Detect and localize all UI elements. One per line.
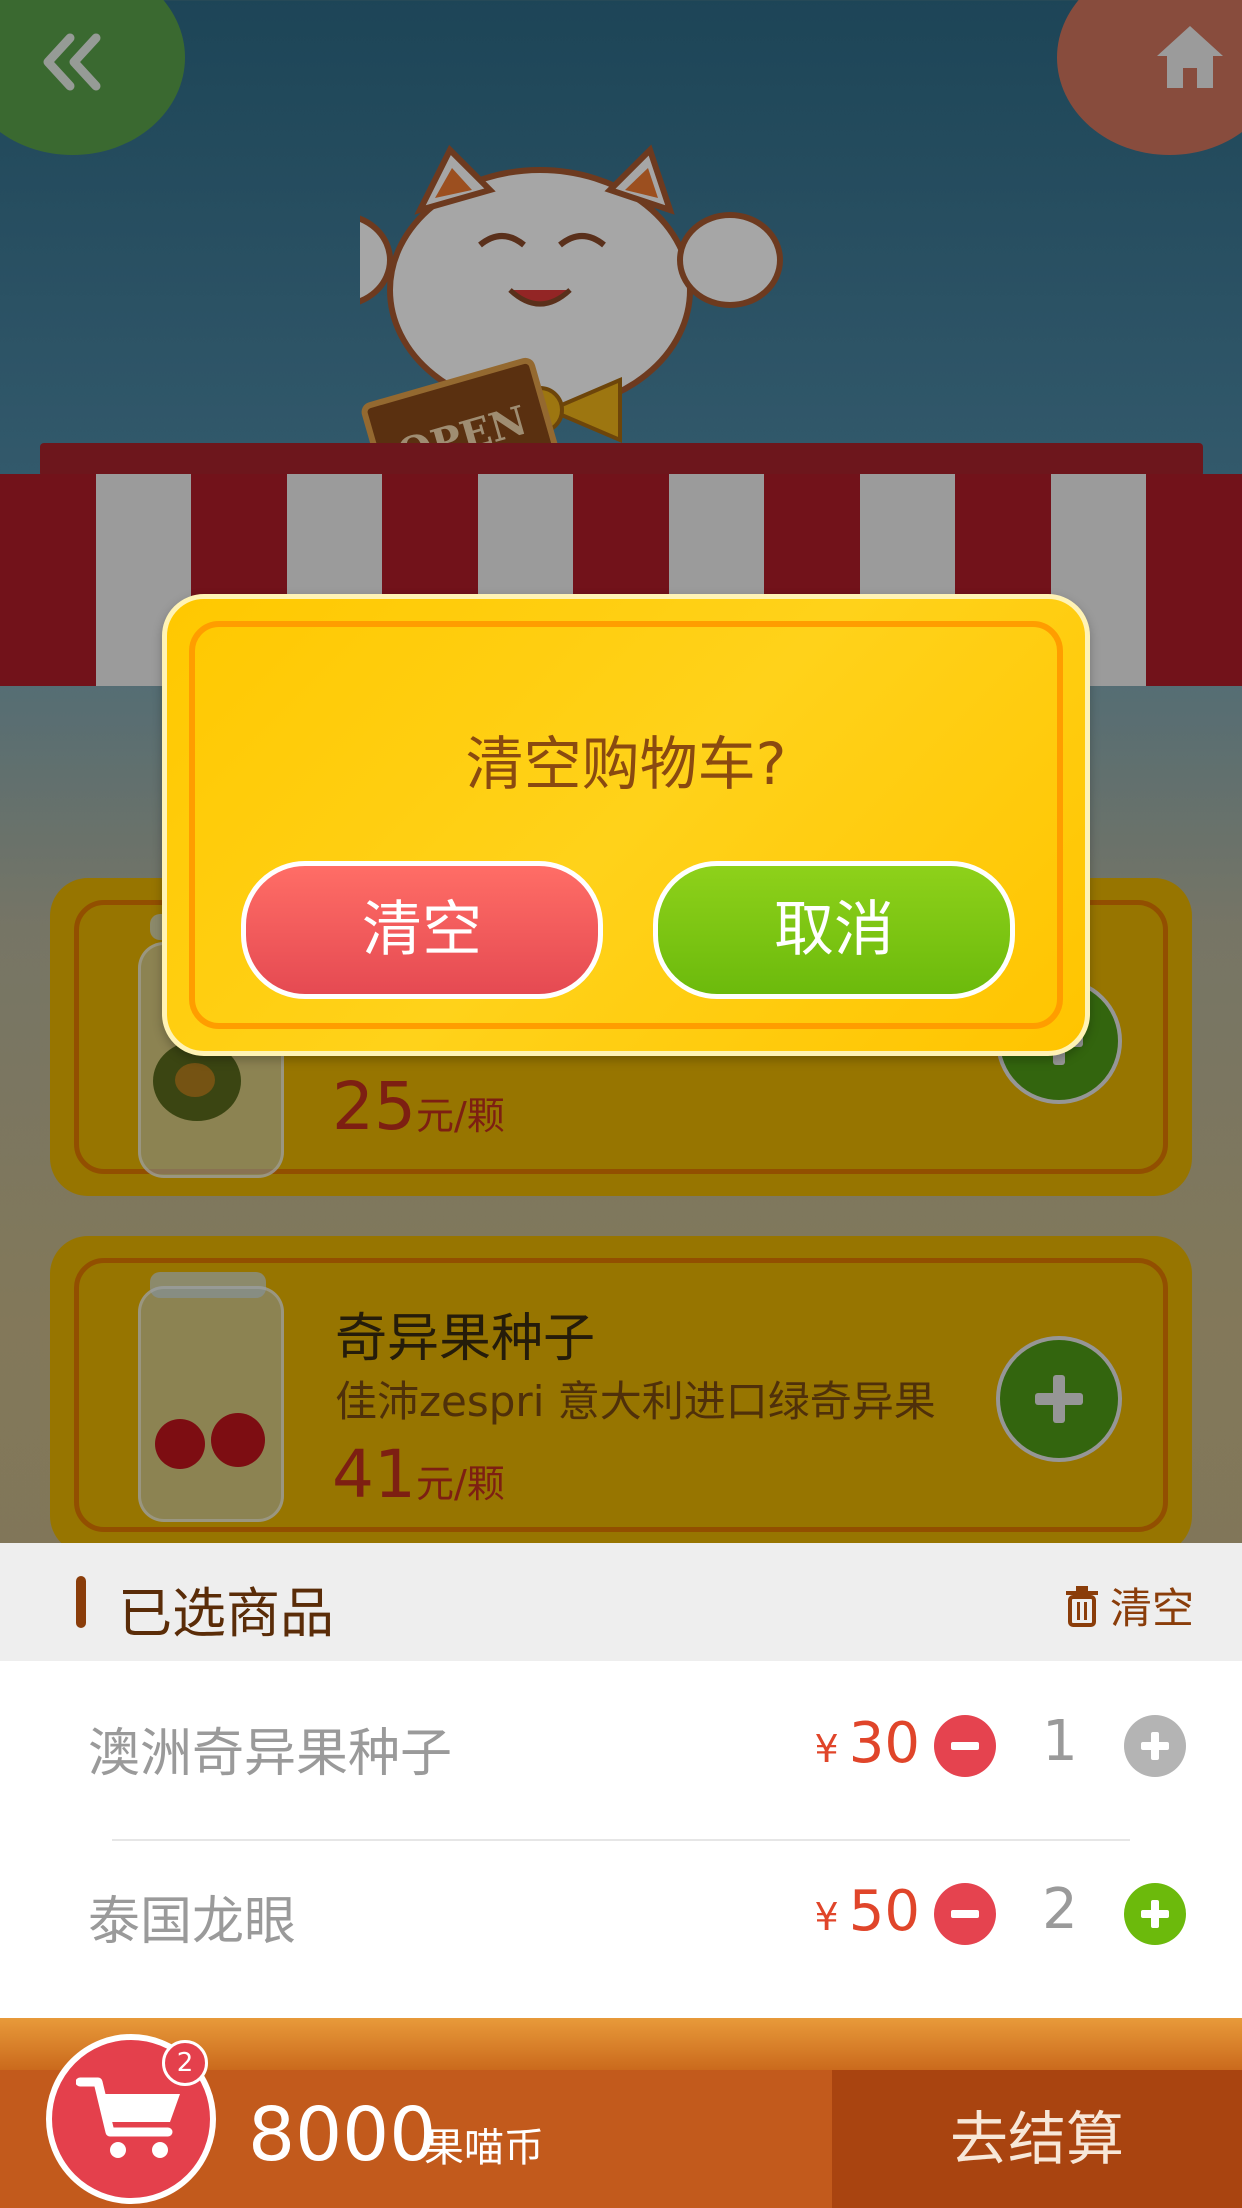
cart-count-badge: 2 — [162, 2040, 208, 2086]
cancel-button[interactable]: 取消 — [653, 861, 1015, 999]
cart-row: 澳洲奇异果种子 ¥30 1 — [56, 1661, 1186, 1841]
selected-items-title: 已选商品 — [118, 1582, 334, 1645]
confirm-clear-button[interactable]: 清空 — [241, 861, 603, 999]
section-marker — [76, 1576, 86, 1628]
checkout-button[interactable]: 去结算 — [832, 2070, 1242, 2208]
cart-item-qty: 2 — [1042, 1877, 1078, 1942]
plus-icon — [1141, 1732, 1169, 1760]
cart-item-qty: 1 — [1042, 1709, 1078, 1774]
clear-cart-label: 清空 — [1109, 1584, 1194, 1633]
minus-icon — [951, 1910, 979, 1918]
decrease-qty-button[interactable] — [934, 1883, 996, 1945]
dialog-title: 清空购物车? — [465, 730, 787, 798]
selected-items-header: 已选商品 清空 — [0, 1543, 1242, 1661]
plus-icon — [1141, 1900, 1169, 1928]
coin-unit: 果喵币 — [424, 2125, 544, 2171]
clear-cart-button[interactable]: 清空 — [1064, 1575, 1194, 1636]
clear-cart-dialog: 清空购物车? 清空 取消 — [162, 594, 1090, 1056]
minus-icon — [951, 1742, 979, 1750]
cart-item-price: ¥50 — [814, 1879, 920, 1944]
cart-item-name: 澳洲奇异果种子 — [88, 1724, 453, 1784]
increase-qty-button[interactable] — [1124, 1883, 1186, 1945]
cart-row: 泰国龙眼 ¥50 2 — [56, 1829, 1186, 1997]
shopping-cart-icon — [76, 2077, 180, 2158]
coin-total: 8000 — [248, 2092, 437, 2178]
increase-qty-button[interactable] — [1124, 1715, 1186, 1777]
selected-items-list: 澳洲奇异果种子 ¥30 1 泰国龙眼 ¥50 2 — [0, 1661, 1242, 2021]
trash-icon — [1065, 1585, 1098, 1627]
decrease-qty-button[interactable] — [934, 1715, 996, 1777]
cart-item-price: ¥30 — [814, 1711, 920, 1776]
cart-item-name: 泰国龙眼 — [88, 1892, 297, 1952]
